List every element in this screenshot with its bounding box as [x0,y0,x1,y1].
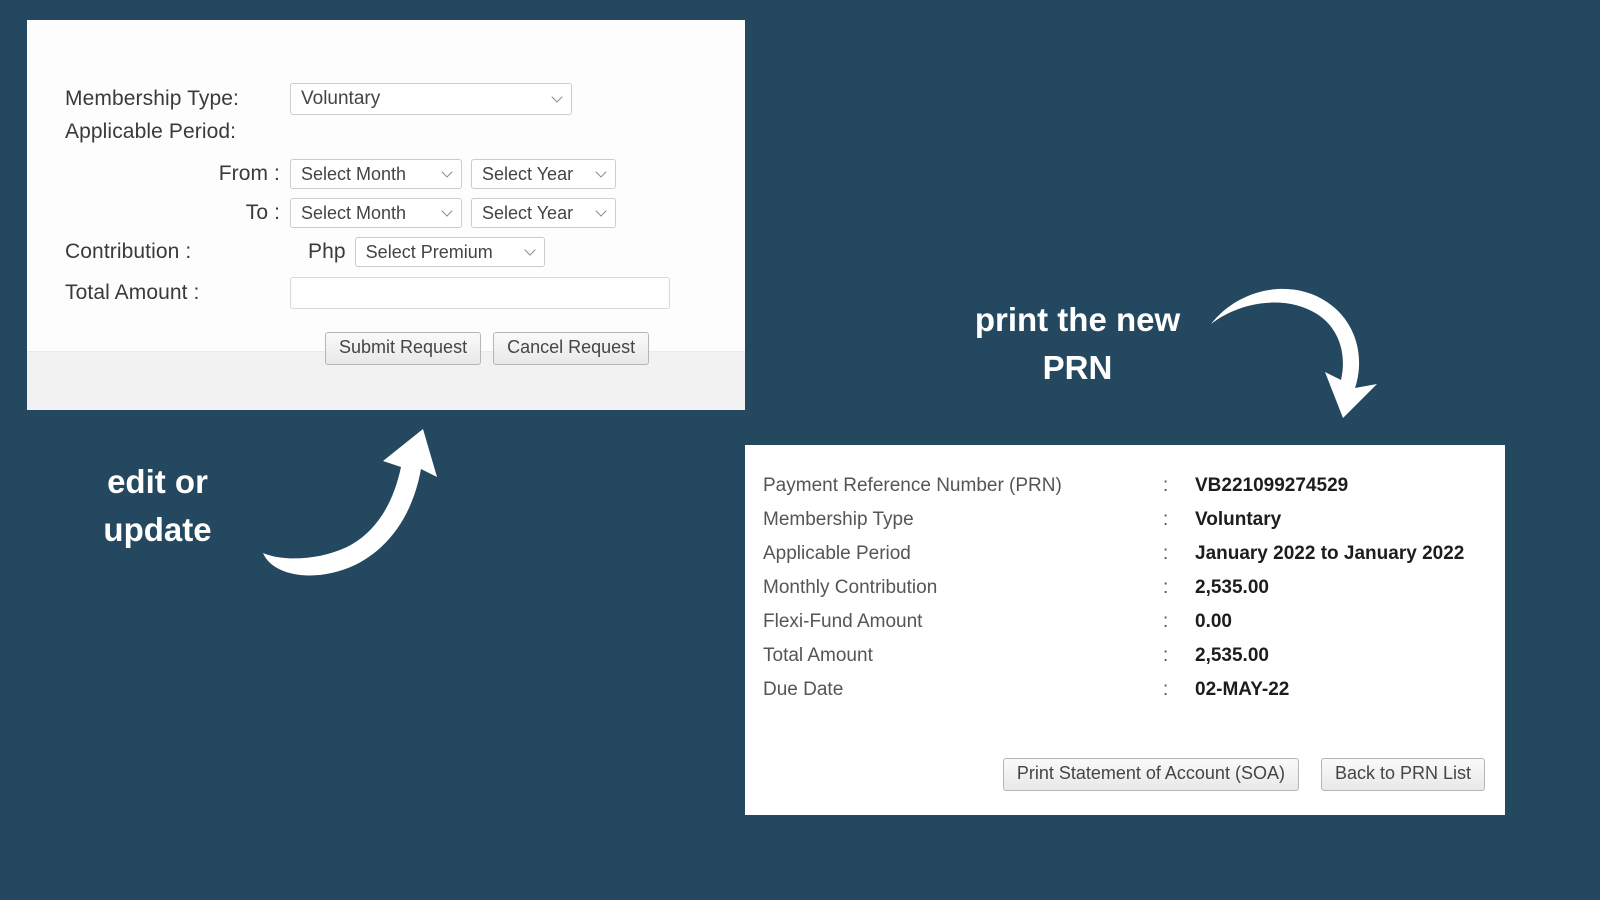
total-amount-row: Total Amount : [65,277,670,309]
total-amount-input[interactable] [290,277,670,309]
annotation-print-the-new-prn: print the new PRN [974,301,1181,386]
prn-row-colon: : [1163,509,1169,530]
chevron-down-icon [443,168,453,178]
period-from-row: From : Select Month Select Year [65,159,616,189]
print-soa-button[interactable]: Print Statement of Account (SOA) [1002,758,1299,791]
cancel-request-button[interactable]: Cancel Request [493,332,650,365]
prn-row-label: Due Date [763,679,844,700]
prn-row-value: 2,535.00 [1195,577,1269,598]
edit-update-arrow-icon [263,429,437,576]
prn-row-label: Membership Type [763,509,914,530]
prn-action-buttons: Print Statement of Account (SOA) Back to… [745,758,1485,791]
period-to-label: To : [245,201,280,224]
back-to-prn-list-button[interactable]: Back to PRN List [1320,758,1485,791]
to-year-select[interactable]: Select Year [471,198,616,228]
period-to-row: To : Select Month Select Year [65,198,616,228]
prn-row-value: Voluntary [1195,509,1282,530]
prn-detail-row: Monthly Contribution : 2,535.00 [763,577,1493,611]
membership-type-row: Membership Type: Voluntary [65,83,572,115]
to-year-value: Select Year [482,202,574,223]
from-year-select[interactable]: Select Year [471,159,616,189]
period-from-label: From : [218,162,280,185]
applicable-period-label: Applicable Period: [65,120,237,143]
prn-row-colon: : [1163,475,1169,496]
form-action-buttons: Submit Request Cancel Request [325,332,650,365]
prn-row-label: Payment Reference Number (PRN) [763,475,1062,496]
prn-detail-row: Flexi-Fund Amount : 0.00 [763,611,1493,645]
contribution-row: Contribution : Php Select Premium [65,237,545,267]
premium-select[interactable]: Select Premium [354,237,545,267]
submit-request-button[interactable]: Submit Request [325,332,482,365]
prn-row-value: January 2022 to January 2022 [1195,543,1465,564]
prn-row-value: 2,535.00 [1195,645,1269,666]
screenshot-root: Membership Type: Voluntary Applicable Pe… [0,0,1600,900]
prn-row-colon: : [1163,611,1169,632]
from-year-value: Select Year [482,163,574,184]
prn-row-label: Flexi-Fund Amount [763,611,923,632]
prn-row-value: 02-MAY-22 [1195,679,1290,700]
print-prn-arrow-icon [1211,288,1377,418]
prn-row-colon: : [1163,679,1169,700]
chevron-down-icon [526,246,536,256]
from-month-value: Select Month [301,163,407,184]
prn-row-colon: : [1163,577,1169,598]
prn-request-form-panel: Membership Type: Voluntary Applicable Pe… [27,20,745,410]
prn-detail-row: Payment Reference Number (PRN) : VB22109… [763,475,1493,509]
to-month-select[interactable]: Select Month [290,198,462,228]
applicable-period-row: Applicable Period: [65,120,236,144]
form-footer: Submit Request Cancel Request [27,332,745,410]
membership-type-value: Voluntary [301,88,381,109]
to-month-value: Select Month [301,202,407,223]
prn-detail-row: Total Amount : 2,535.00 [763,645,1493,679]
prn-details-panel: Payment Reference Number (PRN) : VB22109… [745,445,1505,815]
prn-detail-row: Membership Type : Voluntary [763,509,1493,543]
chevron-down-icon [553,93,563,103]
contribution-label: Contribution : [65,240,192,263]
chevron-down-icon [597,168,607,178]
prn-row-colon: : [1163,645,1169,666]
prn-detail-row: Applicable Period : January 2022 to Janu… [763,543,1493,577]
prn-row-value: 0.00 [1195,611,1232,632]
chevron-down-icon [597,207,607,217]
membership-type-select[interactable]: Voluntary [290,83,572,115]
membership-type-label: Membership Type: [65,87,239,110]
premium-value: Select Premium [365,241,493,262]
annotation-edit-or-update: edit or update [103,463,212,548]
prn-details-list: Payment Reference Number (PRN) : VB22109… [763,475,1493,713]
prn-row-colon: : [1163,543,1169,564]
prn-row-label: Total Amount [763,645,873,666]
from-month-select[interactable]: Select Month [290,159,462,189]
currency-label: Php [308,240,346,263]
form-body: Membership Type: Voluntary Applicable Pe… [27,20,745,352]
total-amount-label: Total Amount : [65,281,200,304]
prn-row-label: Applicable Period [763,543,911,564]
prn-row-value: VB221099274529 [1195,475,1349,496]
prn-row-label: Monthly Contribution [763,577,938,598]
chevron-down-icon [443,207,453,217]
prn-detail-row: Due Date : 02-MAY-22 [763,679,1493,713]
